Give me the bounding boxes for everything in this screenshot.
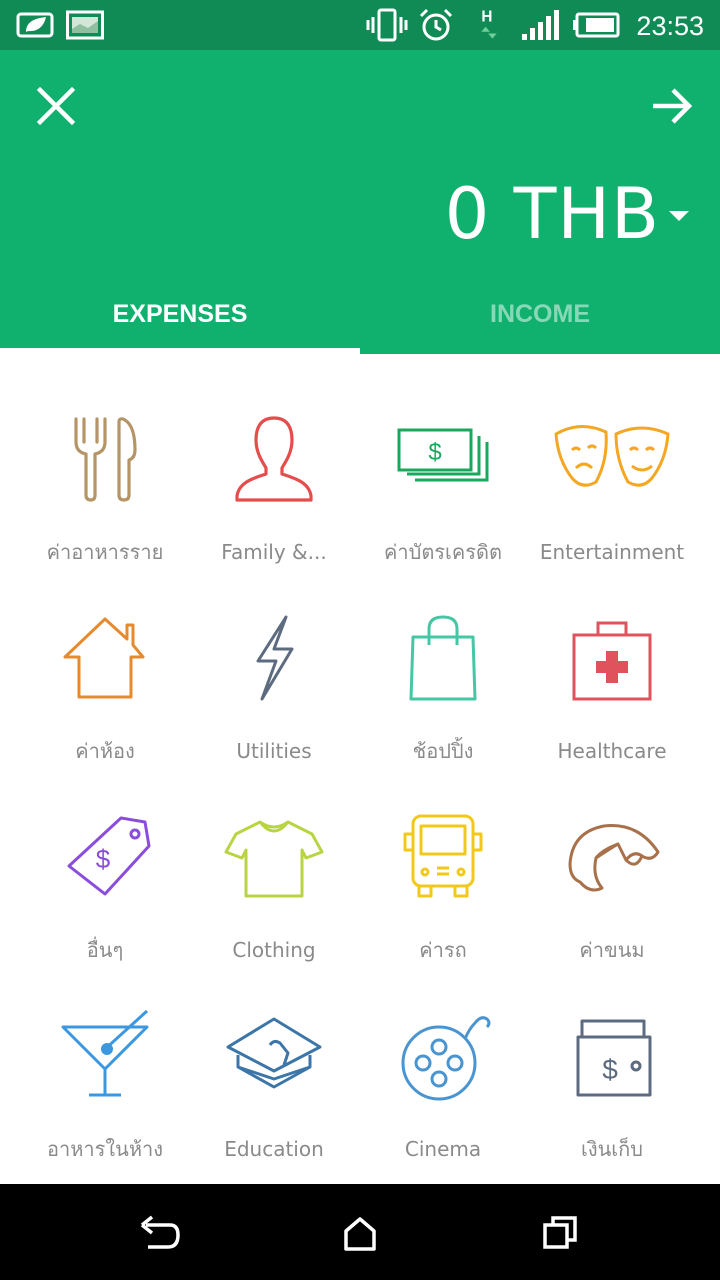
first-aid-kit-icon bbox=[572, 621, 652, 701]
category-item-cinema[interactable]: Cinema bbox=[359, 951, 527, 1161]
category-item-education[interactable]: Education bbox=[190, 951, 358, 1161]
category-item-healthcare[interactable]: Healthcare bbox=[528, 553, 696, 763]
category-item-utilities[interactable]: Utilities bbox=[190, 553, 358, 763]
category-item-transport[interactable]: ค่ารถ bbox=[359, 752, 527, 962]
back-icon bbox=[140, 1215, 180, 1249]
category-item-snacks[interactable]: ค่าขนม bbox=[528, 752, 696, 962]
system-nav-bar bbox=[0, 1184, 720, 1280]
leaf-battery-saver-icon bbox=[16, 12, 54, 38]
currency-amount-selector[interactable]: 0 THB bbox=[445, 174, 690, 254]
alarm-icon bbox=[419, 8, 453, 41]
cocktail-icon bbox=[61, 1009, 149, 1097]
category-label: Cinema bbox=[404, 1137, 482, 1161]
tab-expenses-label: EXPENSES bbox=[112, 299, 248, 328]
category-item-shopping[interactable]: ช้อปปิ้ง bbox=[359, 553, 527, 763]
price-tag-icon: $ bbox=[67, 816, 151, 896]
film-reel-icon bbox=[401, 1016, 491, 1101]
category-label: เงินเก็บ bbox=[581, 1137, 643, 1161]
category-item-credit-card[interactable]: $ ค่าบัตรเครดิต bbox=[359, 354, 527, 564]
category-item-rent[interactable]: ค่าห้อง bbox=[21, 553, 189, 763]
house-icon bbox=[63, 617, 145, 699]
status-bar: H 23:53 bbox=[0, 0, 720, 50]
category-item-clothing[interactable]: Clothing bbox=[190, 752, 358, 962]
caret-down-icon bbox=[669, 211, 689, 221]
close-icon bbox=[36, 86, 76, 126]
svg-text:H: H bbox=[481, 9, 492, 26]
theater-masks-icon bbox=[554, 425, 670, 487]
lightning-icon bbox=[256, 615, 294, 701]
tab-bar: EXPENSES INCOME bbox=[0, 274, 720, 354]
tab-income-label: INCOME bbox=[490, 299, 590, 328]
person-icon bbox=[235, 416, 313, 502]
shopping-bag-icon bbox=[409, 615, 477, 701]
recents-button[interactable] bbox=[535, 1208, 585, 1258]
image-notification-icon bbox=[66, 10, 104, 40]
battery-icon bbox=[573, 12, 620, 38]
bus-icon bbox=[403, 814, 483, 898]
category-label: อาหารในห้าง bbox=[46, 1137, 163, 1161]
category-label: Education bbox=[224, 1137, 324, 1161]
category-item-family[interactable]: Family &... bbox=[190, 354, 358, 564]
tab-expenses[interactable]: EXPENSES bbox=[0, 274, 360, 354]
home-button[interactable] bbox=[335, 1208, 385, 1258]
wallet-icon: $ bbox=[576, 1019, 652, 1097]
category-item-entertainment[interactable]: Entertainment bbox=[528, 354, 696, 564]
signal-icon bbox=[522, 10, 559, 40]
status-time: 23:53 bbox=[636, 11, 704, 41]
svg-text:$: $ bbox=[96, 844, 111, 874]
amount-value: 0 THB bbox=[444, 173, 660, 255]
vibrate-icon bbox=[366, 8, 408, 42]
tshirt-icon bbox=[224, 820, 324, 898]
svg-text:$: $ bbox=[428, 439, 441, 466]
category-item-mall-food[interactable]: อาหารในห้าง bbox=[21, 951, 189, 1161]
recents-icon bbox=[543, 1216, 577, 1249]
category-grid: ค่าอาหารราย Family &... $ ค่าบัตรเครดิต bbox=[0, 354, 720, 1184]
arrow-right-icon bbox=[653, 88, 693, 124]
back-button[interactable] bbox=[135, 1208, 185, 1258]
close-button[interactable] bbox=[26, 76, 86, 136]
category-item-other[interactable]: $ อื่นๆ bbox=[21, 752, 189, 962]
graduation-cap-icon bbox=[226, 1017, 322, 1089]
category-item-food[interactable]: ค่าอาหารราย bbox=[21, 354, 189, 564]
croissant-icon bbox=[568, 824, 660, 892]
money-stack-icon: $ bbox=[397, 428, 489, 482]
network-h-icon: H bbox=[481, 9, 497, 39]
next-button[interactable] bbox=[642, 76, 702, 136]
tab-income[interactable]: INCOME bbox=[360, 274, 720, 354]
category-item-savings[interactable]: $ เงินเก็บ bbox=[528, 951, 696, 1161]
home-icon bbox=[344, 1217, 376, 1251]
fork-knife-icon bbox=[74, 417, 137, 502]
header: 0 THB EXPENSES INCOME bbox=[0, 50, 720, 354]
svg-text:$: $ bbox=[602, 1054, 618, 1085]
